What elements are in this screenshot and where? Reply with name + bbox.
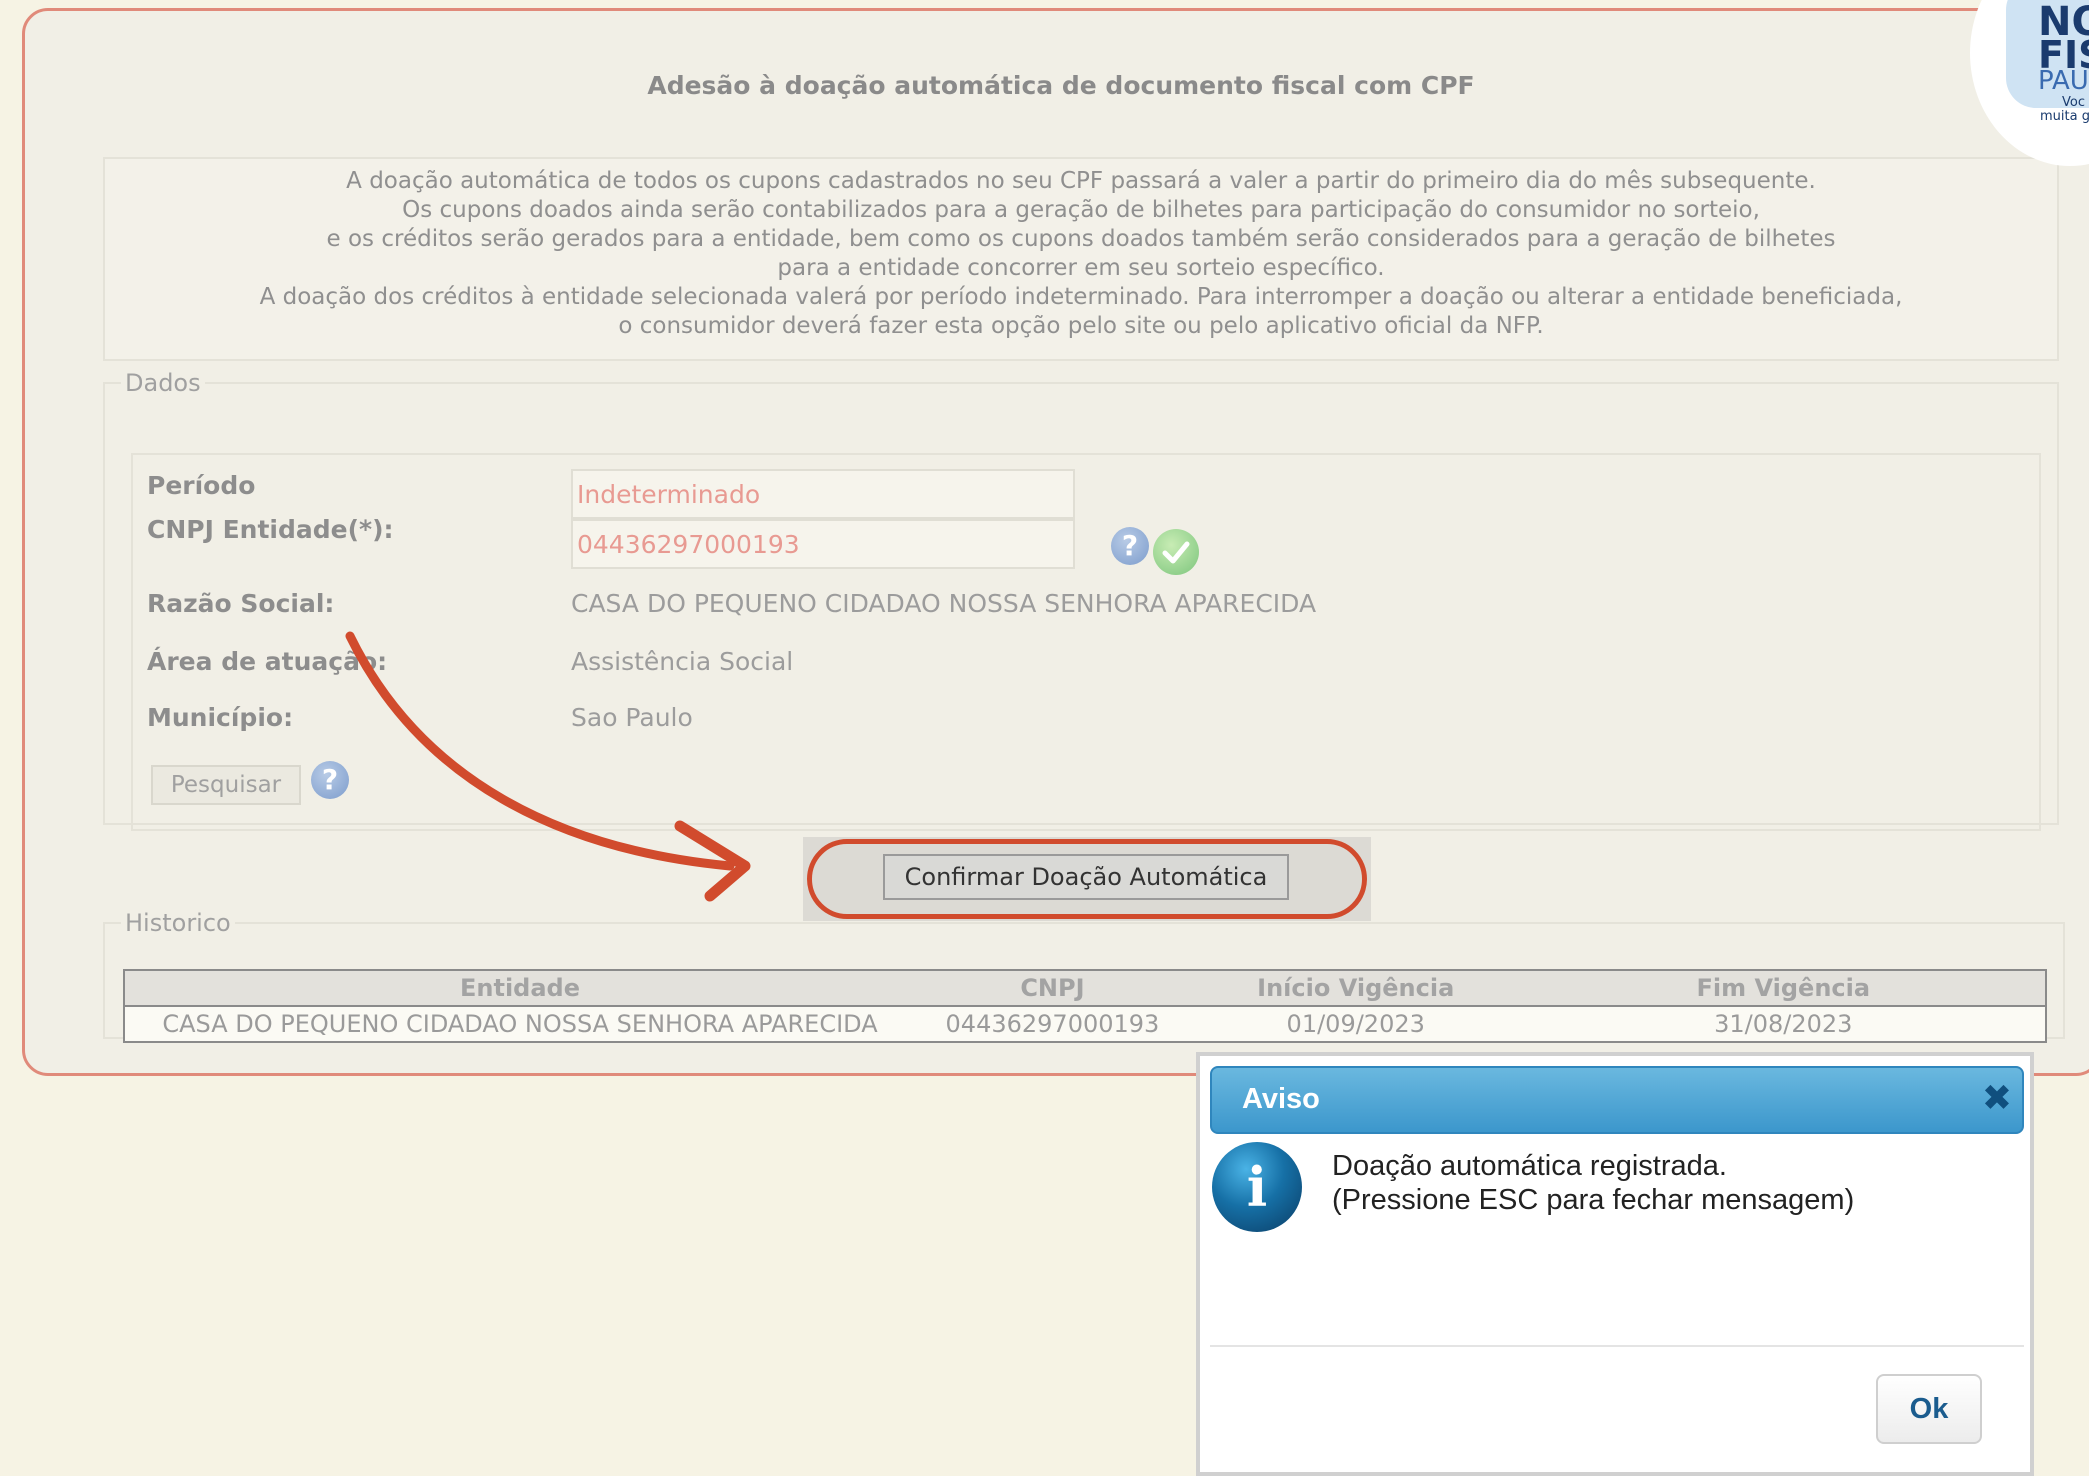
dialog-divider	[1210, 1345, 2024, 1347]
ok-button[interactable]: Ok	[1876, 1374, 1982, 1444]
dialog-header[interactable]: Aviso ✖	[1210, 1066, 2024, 1134]
logo-text: Voc	[2062, 95, 2085, 110]
info-icon: i	[1212, 1142, 1302, 1232]
logo-text: PAU	[2038, 66, 2089, 96]
aviso-dialog: Aviso ✖ i Doação automática registrada. …	[1196, 1052, 2034, 1476]
dialog-message-hint: (Pressione ESC para fechar mensagem)	[1332, 1184, 1855, 1216]
dialog-title: Aviso	[1242, 1083, 1320, 1115]
logo-text: muita ge	[2040, 109, 2089, 124]
dialog-message: Doação automática registrada.	[1332, 1150, 1727, 1182]
close-icon[interactable]: ✖	[1980, 1081, 2014, 1117]
